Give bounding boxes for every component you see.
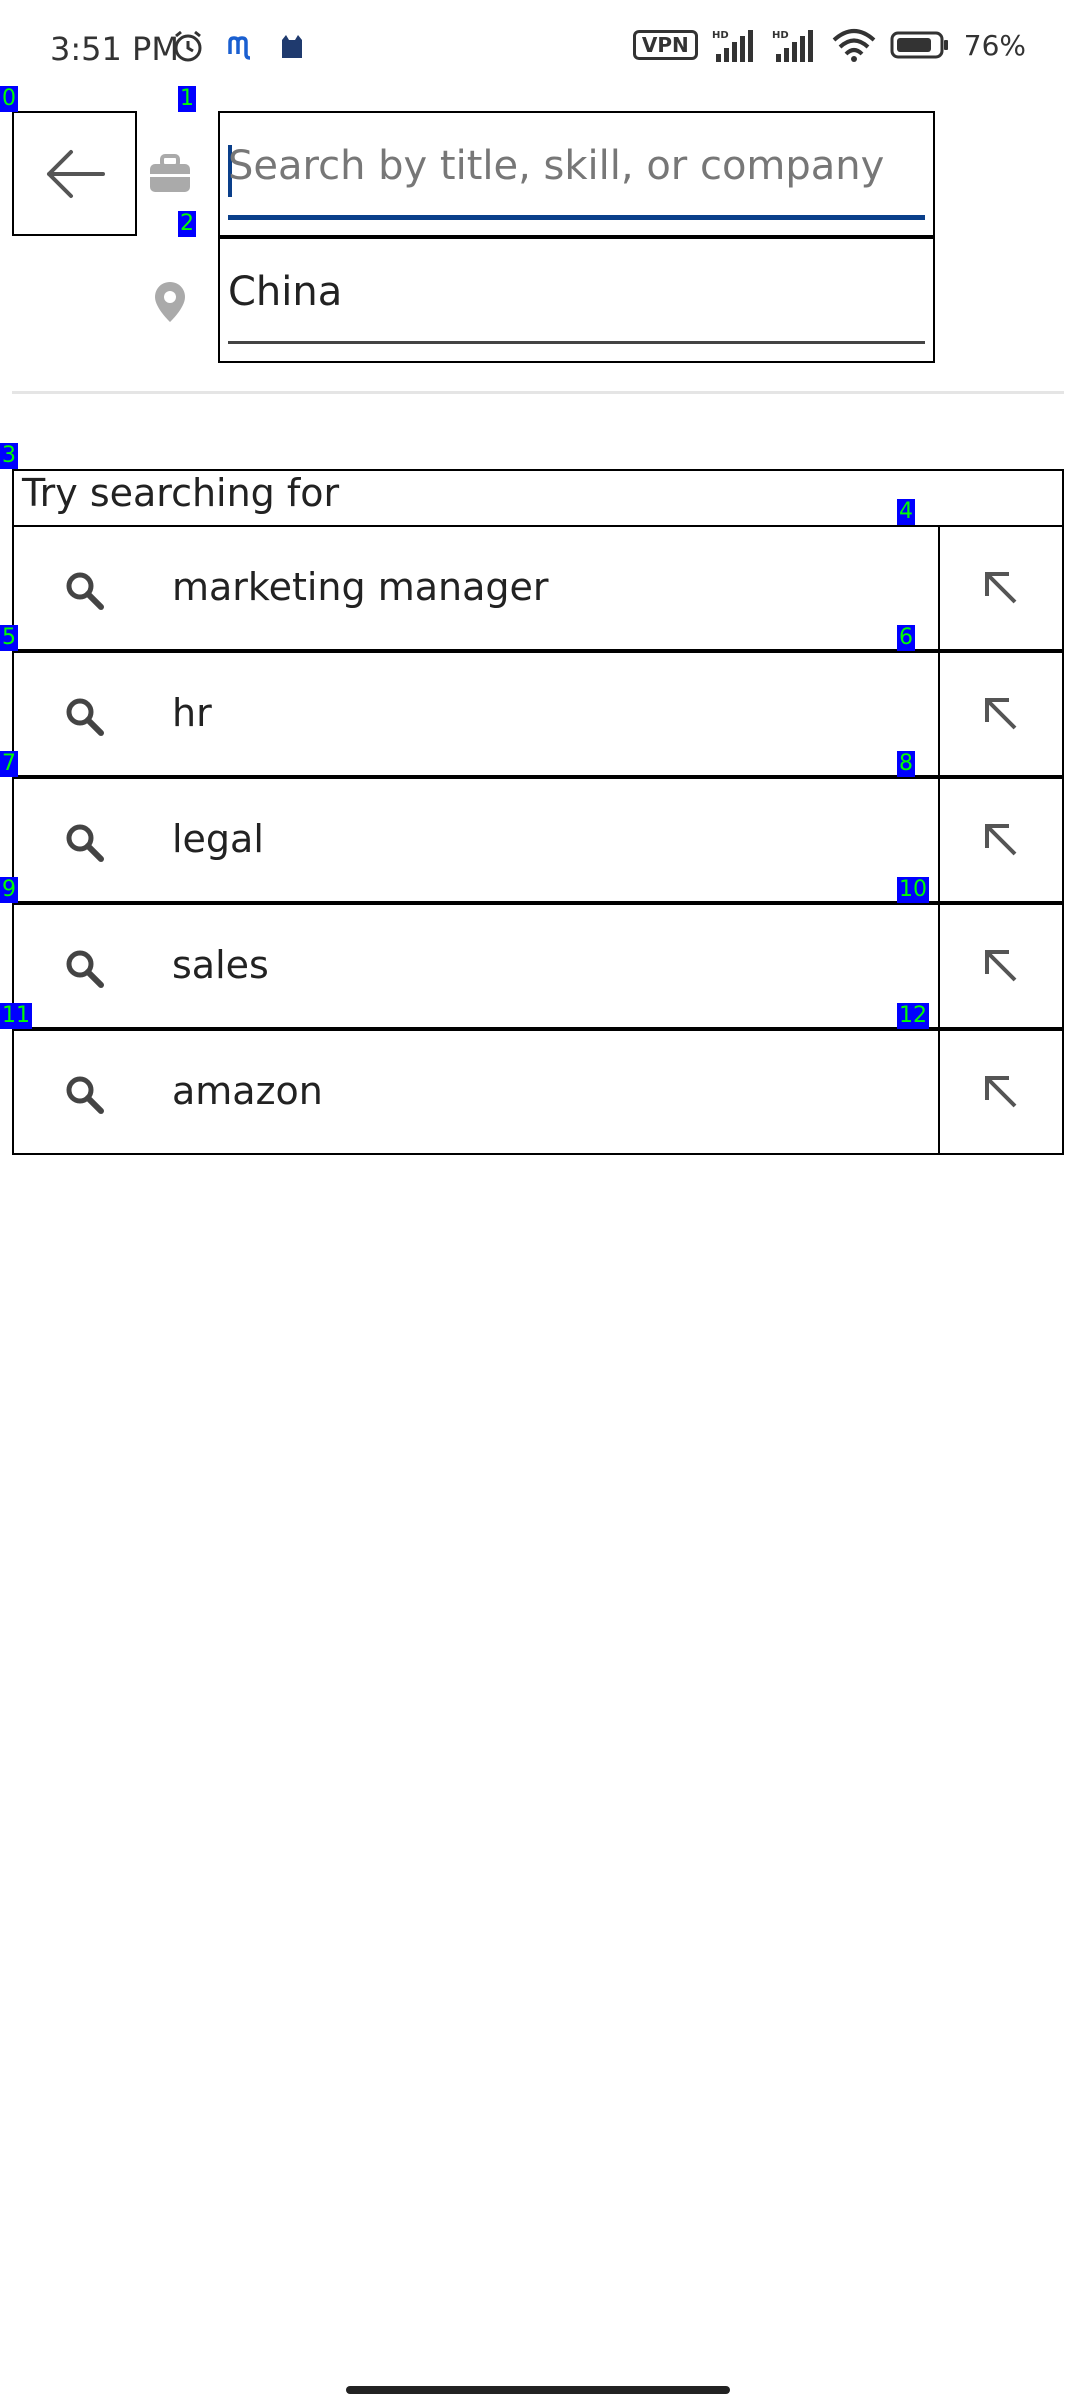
signal-icon-2: HD	[772, 30, 813, 62]
arrow-left-icon	[46, 149, 105, 198]
fill-suggestion-button-legal[interactable]	[938, 777, 1064, 903]
fill-suggestion-button-marketing-manager[interactable]	[938, 525, 1064, 651]
fill-suggestion-button-sales[interactable]	[938, 903, 1064, 1029]
suggestion-item-hr[interactable]: hr	[12, 651, 940, 777]
overlay-tag: 11	[0, 1003, 32, 1029]
status-bar: 3:51 PM VPN HD HD 76%	[0, 0, 1080, 100]
suggestion-label: legal	[172, 817, 264, 861]
search-icon	[54, 560, 114, 620]
arrow-up-left-icon	[985, 824, 1017, 856]
keyword-search-placeholder: Search by title, skill, or company	[228, 143, 885, 189]
location-input-value: China	[228, 269, 343, 315]
search-icon	[54, 686, 114, 746]
overlay-tag: 5	[0, 625, 18, 651]
location-input[interactable]: China	[218, 237, 935, 363]
home-indicator[interactable]	[346, 2386, 730, 2394]
overlay-tag: 0	[0, 86, 18, 112]
search-icon	[54, 938, 114, 998]
suggestion-item-amazon[interactable]: amazon	[12, 1029, 940, 1155]
overlay-tag: 6	[897, 625, 915, 651]
overlay-tag: 10	[897, 877, 929, 903]
overlay-tag: 12	[897, 1003, 929, 1029]
location-underline	[228, 341, 925, 344]
battery-percent: 76%	[963, 28, 1026, 62]
suggestions-header-text: Try searching for	[22, 471, 340, 515]
overlay-tag: 4	[897, 499, 915, 525]
keyword-search-input[interactable]: Search by title, skill, or company	[218, 111, 935, 237]
overlay-tag: 2	[178, 211, 196, 237]
arrow-up-left-icon	[985, 698, 1017, 730]
suggestion-label: marketing manager	[172, 565, 549, 609]
location-pin-icon	[140, 272, 200, 332]
suggestion-label: amazon	[172, 1069, 323, 1113]
status-left-icons	[170, 28, 306, 64]
overlay-tag: 7	[0, 751, 18, 777]
cat-notification-icon	[282, 35, 302, 58]
svg-text:HD: HD	[712, 30, 729, 41]
status-right-icons: VPN HD HD 76%	[632, 28, 1026, 62]
keyword-search-underline	[228, 215, 925, 220]
status-time: 3:51 PM	[50, 30, 179, 68]
app-notification-icon	[228, 36, 251, 60]
overlay-tag: 3	[0, 443, 18, 469]
overlay-tag: 8	[897, 751, 915, 777]
fill-suggestion-button-hr[interactable]	[938, 651, 1064, 777]
arrow-up-left-icon	[985, 1076, 1017, 1108]
vpn-badge: VPN	[632, 30, 698, 60]
battery-icon	[890, 31, 948, 59]
wifi-icon	[832, 29, 876, 62]
back-button[interactable]	[12, 111, 137, 236]
svg-text:HD: HD	[772, 30, 789, 41]
fill-suggestion-button-amazon[interactable]	[938, 1029, 1064, 1155]
overlay-tag: 1	[178, 86, 196, 112]
suggestion-label: hr	[172, 691, 212, 735]
overlay-tag: 9	[0, 877, 18, 903]
arrow-up-left-icon	[985, 950, 1017, 982]
search-icon	[54, 812, 114, 872]
suggestion-label: sales	[172, 943, 269, 987]
divider	[12, 391, 1064, 394]
search-icon	[54, 1064, 114, 1124]
arrow-up-left-icon	[985, 572, 1017, 604]
suggestion-item-marketing-manager[interactable]: marketing manager	[12, 525, 940, 651]
briefcase-icon	[140, 144, 200, 204]
suggestion-item-sales[interactable]: sales	[12, 903, 940, 1029]
alarm-icon	[174, 30, 202, 62]
suggestion-item-legal[interactable]: legal	[12, 777, 940, 903]
signal-icon-1: HD	[712, 30, 753, 62]
